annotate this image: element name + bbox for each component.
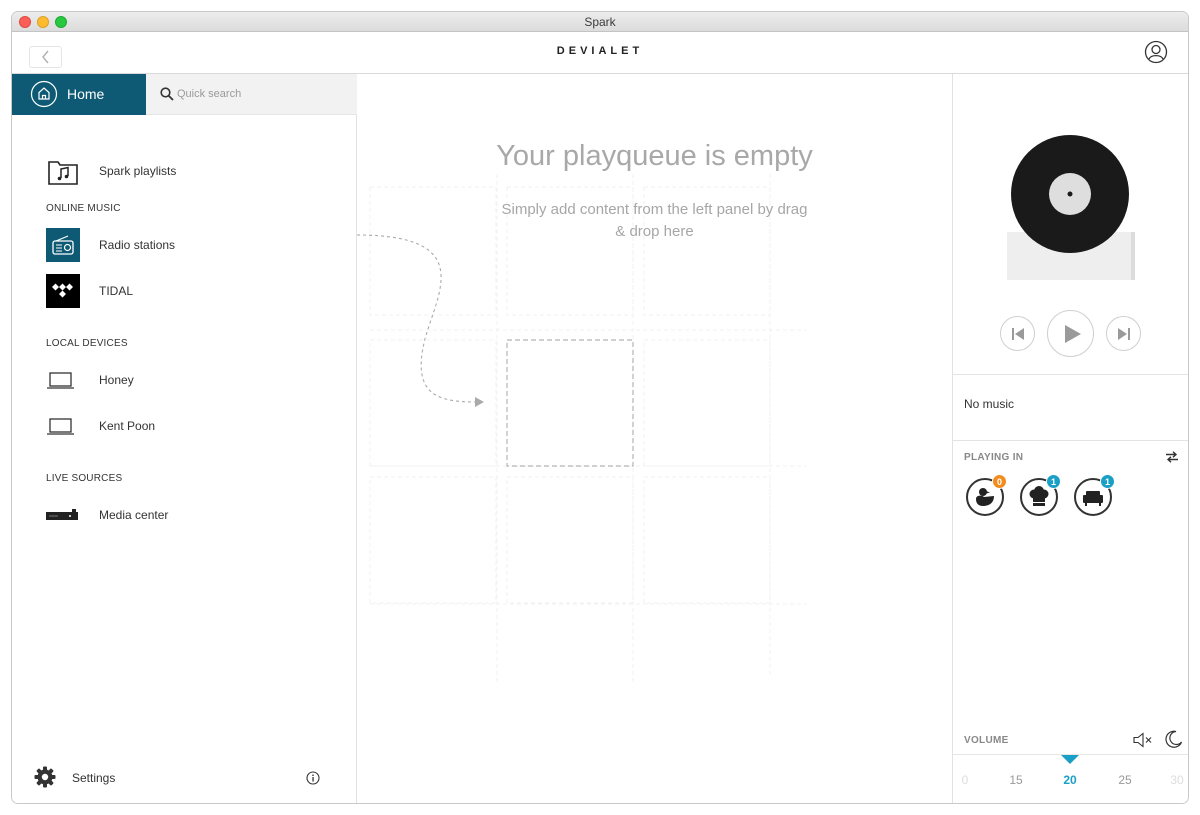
title-bar: Spark [12,12,1188,32]
sidebar-item-tidal[interactable]: TIDAL [46,274,336,308]
speaker-count-badge: 1 [1100,474,1115,489]
sidebar-item-label: TIDAL [99,284,134,298]
skip-next-icon [1118,328,1130,340]
media-center-icon [46,509,78,520]
volume-heading: VOLUME [964,735,1009,746]
sidebar-item-label: Media center [99,508,169,522]
local-devices-heading: LOCAL DEVICES [46,338,128,349]
sidebar-item-label: Kent Poon [99,419,156,433]
duck-icon [976,488,994,506]
empty-queue-title: Your playqueue is empty [496,140,813,172]
settings-label: Settings [72,771,116,785]
tidal-icon [46,274,80,308]
quick-search-input[interactable] [177,85,342,103]
brand-logo: DEVIALET [556,45,644,57]
divider [953,374,1188,375]
laptop-icon [47,418,74,435]
next-track-button[interactable] [1106,316,1141,351]
home-tab[interactable]: Home [12,74,146,115]
home-label: Home [67,86,105,102]
empty-queue-subtitle: Simply add content from the left panel b… [501,201,808,240]
playqueue-panel[interactable]: Your playqueue is empty Simply add conte… [357,74,952,803]
vinyl-record-icon [1007,135,1135,280]
playing-in-heading: PLAYING IN [964,452,1024,463]
volume-scale[interactable]: 0 15 20 25 30 [953,754,1188,803]
playlist-folder-icon [48,161,78,185]
quick-search [146,74,357,115]
volume-current-value: 20 [1063,773,1077,787]
player-panel: No music PLAYING IN 0 1 1 VOLUME 0 15 20… [952,74,1188,803]
speaker-count-badge: 1 [1046,474,1061,489]
live-sources-heading: LIVE SOURCES [46,473,123,484]
app-window: Spark DEVIALET Home Quick search Spark p… [12,12,1188,803]
skip-previous-icon [1012,328,1024,340]
sidebar-item-kent-poon[interactable]: Kent Poon [46,409,336,443]
laptop-icon [47,372,74,389]
now-playing-text: No music [964,397,1015,411]
play-button[interactable] [1047,310,1094,357]
gear-icon [34,766,56,788]
sidebar-item-honey[interactable]: Honey [46,363,336,397]
sidebar-item-label: Honey [99,373,134,387]
volume-tick: 25 [1118,773,1132,787]
previous-track-button[interactable] [1000,316,1035,351]
speaker-group-living-room[interactable]: 1 [1074,474,1115,516]
sidebar-item-radio-stations[interactable]: Radio stations [46,228,336,262]
mute-speaker-icon[interactable] [1133,732,1153,748]
online-music-heading: ONLINE MUSIC [46,203,121,214]
info-icon[interactable] [306,771,320,785]
radio-icon [46,228,80,262]
source-sidebar: Home Spark playlists ONLINE MUSIC [12,74,357,803]
sidebar-item-media-center[interactable]: Media center [46,498,336,532]
search-icon [160,87,174,101]
drop-zone-illustration [357,174,807,684]
home-icon [30,80,58,108]
volume-tick: 30 [1170,773,1184,787]
volume-pointer [1061,755,1079,764]
sofa-icon [1083,491,1103,506]
window-title: Spark [584,15,616,29]
speaker-group-duck[interactable]: 0 [966,474,1007,516]
sidebar-item-spark-playlists[interactable]: Spark playlists [46,154,336,188]
speaker-group-kitchen[interactable]: 1 [1020,474,1061,516]
swap-arrows-icon[interactable] [1165,451,1179,463]
top-bar: DEVIALET [12,32,1188,74]
settings-button[interactable]: Settings [34,766,154,792]
sidebar-item-label: Spark playlists [99,164,177,178]
volume-tick: 0 [961,773,969,787]
play-icon [1065,325,1081,343]
speaker-count-badge: 0 [992,474,1007,489]
chef-hat-icon [1029,486,1049,506]
moon-icon[interactable] [1165,730,1183,748]
volume-tick: 15 [1009,773,1023,787]
divider [953,440,1188,441]
user-account-icon[interactable] [1144,40,1168,64]
sidebar-item-label: Radio stations [99,238,176,252]
